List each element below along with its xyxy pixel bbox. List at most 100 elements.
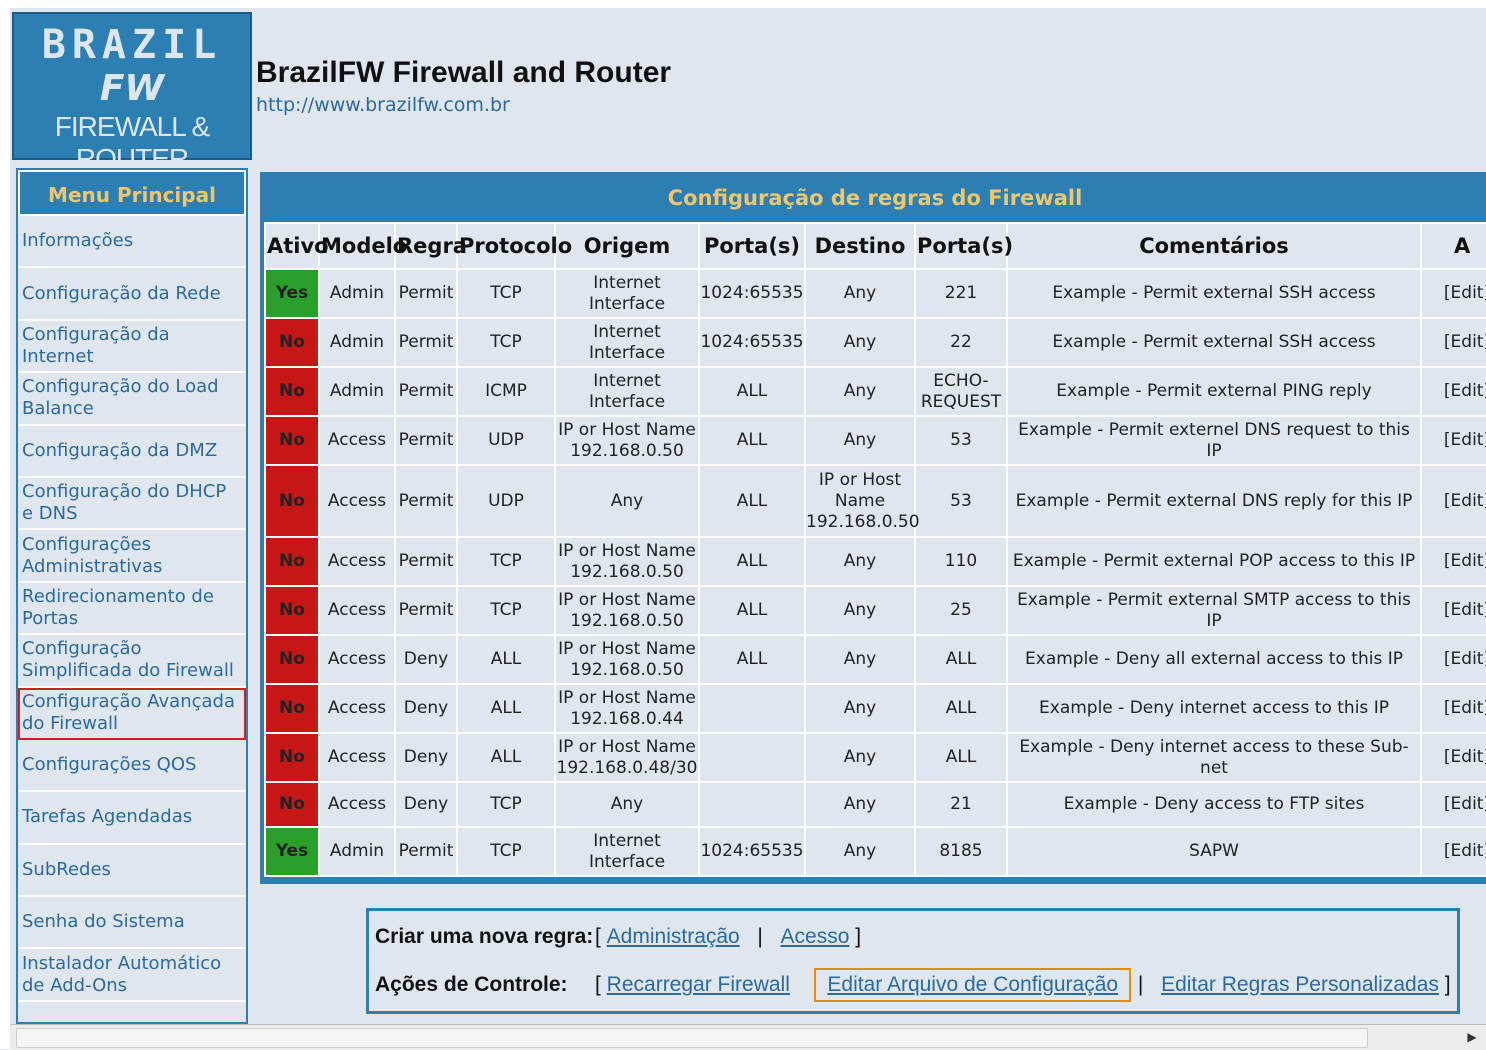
cell-regra: Permit [396,319,456,366]
menu-item-config-simplificada-firewall[interactable]: Configuração Simplificada do Firewall [18,635,246,688]
table-row: No Admin Permit ICMP Internet Interface ALL An… [266,368,1486,415]
cell-modelo: Access [320,636,394,683]
cell-protocolo: UDP [458,466,554,536]
cell-destino: Any [806,783,914,826]
cell-porta-origem: ALL [700,368,804,415]
menu-item-config-dhcp-dns[interactable]: Configuração do DHCP e DNS [18,478,246,531]
menu-item-config-administrativas[interactable]: Configurações Administrativas [18,530,246,583]
cell-edit-link[interactable]: [Edit] [1422,734,1486,781]
cell-edit-link[interactable]: [Edit] [1422,685,1486,732]
menu-item-senha-sistema[interactable]: Senha do Sistema [18,897,246,950]
cell-origem: Any [556,466,698,536]
menu-item-config-dmz[interactable]: Configuração da DMZ [18,426,246,478]
menu-item-config-internet[interactable]: Configuração da Internet [18,321,246,374]
cell-regra: Permit [396,417,456,464]
cell-porta-destino: ALL [916,636,1006,683]
cell-regra: Deny [396,734,456,781]
cell-edit-link[interactable]: [Edit] [1422,538,1486,585]
cell-edit-link[interactable]: [Edit] [1422,587,1486,634]
menu-item-label: Configuração Simplificada do Firewall [22,638,234,682]
cell-ativo[interactable]: No [266,685,318,732]
scroll-right-arrow-icon[interactable]: ▶ [1464,1028,1480,1046]
app-url-link[interactable]: http://www.brazilfw.com.br [256,94,510,116]
cell-ativo[interactable]: No [266,636,318,683]
col-header-ativo: Ativo [266,224,329,268]
link-editar-arquivo-configuracao[interactable]: Editar Arquivo de Configuração [814,968,1132,1002]
table-row: Yes Admin Permit TCP Internet Interface 1024:… [266,828,1486,875]
main-menu: Menu Principal Informações Configuração … [16,168,248,1024]
cell-destino: Any [806,685,914,732]
cell-edit-link[interactable]: [Edit] [1422,319,1486,366]
cell-ativo[interactable]: No [266,734,318,781]
cell-ativo[interactable]: No [266,466,318,536]
control-actions-row: Ações de Controle: [ Recarregar Firewall… [375,968,1451,1002]
cell-origem: IP or Host Name 192.168.0.50 [556,538,698,585]
table-header-row: Ativo Modelo Regra Protocolo Origem Port… [266,224,1486,268]
table-row: No Admin Permit TCP Internet Interface 1024:6… [266,319,1486,366]
cell-ativo[interactable]: Yes [266,270,318,317]
cell-regra: Permit [396,270,456,317]
link-recarregar-firewall[interactable]: Recarregar Firewall [607,973,790,997]
cell-porta-origem: ALL [700,466,804,536]
cell-ativo[interactable]: Yes [266,828,318,875]
link-editar-regras-personalizadas[interactable]: Editar Regras Personalizadas [1161,973,1439,997]
table-row: No Access Deny ALL IP or Host Name 192.168.0… [266,685,1486,732]
cell-edit-link[interactable]: [Edit] [1422,636,1486,683]
cell-porta-destino: 53 [916,466,1006,536]
table-row: No Access Permit TCP IP or Host Name 192.168… [266,538,1486,585]
cell-ativo[interactable]: No [266,368,318,415]
menu-heading: Menu Principal [18,170,246,216]
cell-destino: Any [806,734,914,781]
menu-item-redirecionamento-portas[interactable]: Redirecionamento de Portas [18,583,246,636]
menu-item-config-qos[interactable]: Configurações QOS [18,740,246,793]
menu-item-config-avancada-firewall[interactable]: Configuração Avançada do Firewall [18,687,246,740]
link-administracao[interactable]: Administração [607,925,740,949]
cell-porta-origem: 1024:65535 [700,270,804,317]
separator: | [1132,973,1156,996]
cell-regra: Permit [396,466,456,536]
menu-item-instalador-addons[interactable]: Instalador Automático de Add-Ons [18,949,246,1002]
cell-regra: Deny [396,685,456,732]
cell-destino: Any [806,538,914,585]
cell-origem: IP or Host Name 192.168.0.48/30 [556,734,698,781]
horizontal-scrollbar[interactable]: ▶ [10,1024,1486,1050]
bracket-open: [ [595,925,607,948]
cell-edit-link[interactable]: [Edit] [1422,828,1486,875]
cell-regra: Permit [396,828,456,875]
cell-protocolo: UDP [458,417,554,464]
cell-edit-link[interactable]: [Edit] [1422,783,1486,826]
scrollbar-thumb[interactable] [16,1028,1368,1048]
table-row: No Access Deny ALL IP or Host Name 192.168.0… [266,636,1486,683]
cell-comentario: Example - Deny internet access to these … [1008,734,1420,781]
menu-item-tarefas-agendadas[interactable]: Tarefas Agendadas [18,792,246,845]
cell-ativo[interactable]: No [266,319,318,366]
menu-item-informacoes[interactable]: Informações [18,216,246,269]
table-row: No Access Permit UDP IP or Host Name 192.168… [266,417,1486,464]
menu-item-label: Informações [22,230,134,252]
cell-ativo[interactable]: No [266,783,318,826]
cell-comentario: Example - Permit external SMTP access to… [1008,587,1420,634]
cell-comentario: Example - Deny all external access to th… [1008,636,1420,683]
cell-edit-link[interactable]: [Edit] [1422,368,1486,415]
cell-edit-link[interactable]: [Edit] [1422,270,1486,317]
cell-regra: Permit [396,587,456,634]
link-acesso[interactable]: Acesso [781,925,850,949]
new-rule-label: Criar uma nova regra: [375,925,594,948]
cell-ativo[interactable]: No [266,417,318,464]
cell-modelo: Admin [320,368,394,415]
cell-protocolo: ALL [458,734,554,781]
cell-edit-link[interactable]: [Edit] [1422,417,1486,464]
menu-item-subredes[interactable]: SubRedes [18,845,246,898]
cell-porta-destino: 21 [916,783,1006,826]
app-title: BrazilFW Firewall and Router [256,56,672,89]
menu-item-config-rede[interactable]: Configuração da Rede [18,268,246,321]
cell-ativo[interactable]: No [266,587,318,634]
cell-edit-link[interactable]: [Edit] [1422,466,1486,536]
menu-item-config-load-balance[interactable]: Configuração do Load Balance [18,373,246,426]
cell-porta-origem [700,685,804,732]
cell-ativo[interactable]: No [266,538,318,585]
menu-item-label: Instalador Automático de Add-Ons [22,952,222,996]
menu-item-label: Configuração da Rede [22,282,221,304]
menu-item-label: Configuração da Internet [22,323,170,367]
col-header-acao: A [1422,224,1486,268]
